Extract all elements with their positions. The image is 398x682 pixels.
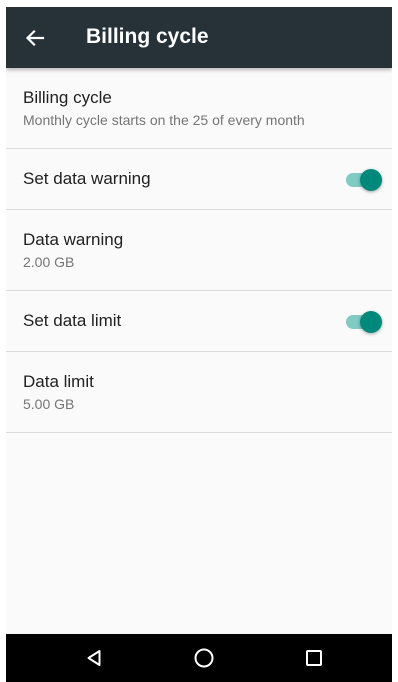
data-limit-title: Data limit (23, 372, 94, 391)
arrow-back-icon (25, 29, 45, 47)
nav-back-icon (87, 650, 101, 666)
billing-cycle-item[interactable]: Billing cycle Monthly cycle starts on th… (6, 68, 392, 149)
data-limit-item[interactable]: Data limit 5.00 GB (6, 352, 392, 433)
app-bar: Billing cycle (6, 7, 392, 68)
billing-cycle-title: Billing cycle (23, 88, 112, 107)
set-data-warning-title: Set data warning (23, 169, 151, 188)
preference-list: Billing cycle Monthly cycle starts on th… (6, 68, 392, 433)
data-warning-value: 2.00 GB (23, 254, 75, 270)
data-limit-value: 5.00 GB (23, 396, 75, 412)
set-data-limit-title: Set data limit (23, 311, 122, 330)
back-button[interactable] (20, 23, 50, 53)
set-data-limit-item[interactable]: Set data limit (6, 291, 392, 352)
set-data-warning-switch[interactable] (344, 169, 382, 191)
switch-thumb (360, 169, 382, 191)
nav-recents-button[interactable] (284, 634, 344, 682)
nav-home-icon (194, 648, 214, 668)
data-warning-item[interactable]: Data warning 2.00 GB (6, 210, 392, 291)
billing-cycle-summary: Monthly cycle starts on the 25 of every … (23, 112, 305, 128)
page-title: Billing cycle (86, 25, 209, 48)
nav-back-button[interactable] (64, 634, 124, 682)
set-data-warning-item[interactable]: Set data warning (6, 149, 392, 210)
nav-recents-icon (306, 650, 322, 666)
nav-home-button[interactable] (174, 634, 234, 682)
switch-thumb (360, 311, 382, 333)
data-warning-title: Data warning (23, 230, 124, 249)
screen: Billing cycle Billing cycle Monthly cycl… (6, 7, 392, 682)
system-nav-bar (6, 634, 392, 682)
set-data-limit-switch[interactable] (344, 311, 382, 333)
